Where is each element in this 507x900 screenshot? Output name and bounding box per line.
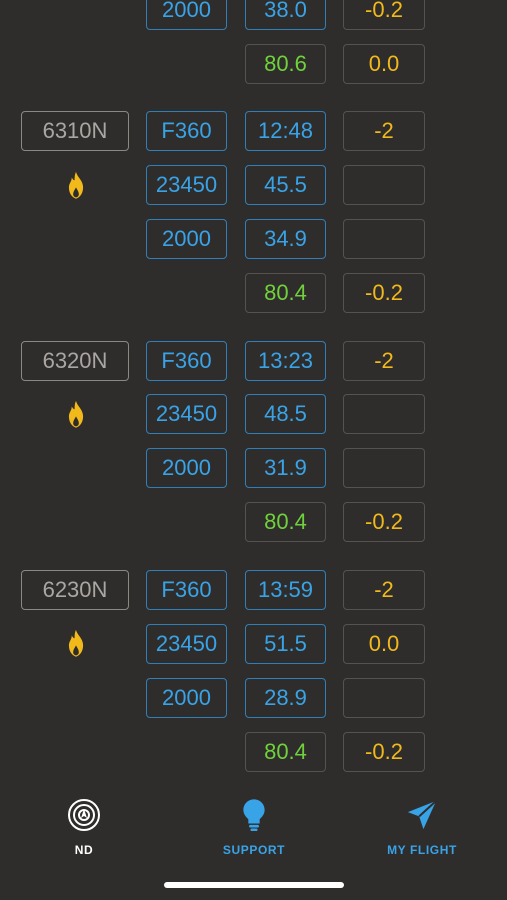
lightbulb-icon xyxy=(243,799,265,832)
waypoint-name[interactable]: 6310N xyxy=(21,111,129,151)
weight-field[interactable]: 23450 xyxy=(146,165,227,205)
weight-field[interactable]: 23450 xyxy=(146,624,227,664)
time-deviation-field[interactable]: -2 xyxy=(343,111,425,151)
deviation-field[interactable] xyxy=(343,448,425,488)
fire-icon xyxy=(68,400,84,428)
waypoint-name[interactable]: 6230N xyxy=(21,570,129,610)
tab-my-flight-label: MY FLIGHT xyxy=(387,843,457,857)
paper-plane-icon xyxy=(407,800,437,830)
value-field[interactable]: 31.9 xyxy=(245,448,326,488)
tab-support-label: SUPPORT xyxy=(222,843,286,857)
temperature-field[interactable]: 51.5 xyxy=(245,624,326,664)
deviation-field[interactable] xyxy=(343,678,425,718)
weight-field[interactable]: 23450 xyxy=(146,394,227,434)
temperature-field[interactable]: 48.5 xyxy=(245,394,326,434)
fuel-deviation-field[interactable]: -0.2 xyxy=(343,732,425,772)
deviation-field[interactable] xyxy=(343,394,425,434)
eta-field[interactable]: 13:23 xyxy=(245,341,326,381)
tab-nd-label: ND xyxy=(74,843,94,857)
altitude-field[interactable]: 2000 xyxy=(146,678,227,718)
waypoint-name[interactable]: 6320N xyxy=(21,341,129,381)
fire-icon xyxy=(68,629,84,657)
flight-level-field[interactable]: F360 xyxy=(146,341,227,381)
home-indicator[interactable] xyxy=(164,882,344,888)
time-deviation-field[interactable]: -2 xyxy=(343,341,425,381)
fuel-deviation-field[interactable]: -0.2 xyxy=(343,502,425,542)
fuel-field[interactable]: 80.4 xyxy=(245,273,326,313)
fuel-deviation-field[interactable]: 0.0 xyxy=(343,44,425,84)
fuel-field[interactable]: 80.4 xyxy=(245,502,326,542)
fuel-field[interactable]: 80.4 xyxy=(245,732,326,772)
time-deviation-field[interactable]: -2 xyxy=(343,570,425,610)
fire-icon xyxy=(68,171,84,199)
deviation-field[interactable]: -0.2 xyxy=(343,0,425,30)
tab-support[interactable]: SUPPORT xyxy=(184,798,324,857)
value-field[interactable]: 28.9 xyxy=(245,678,326,718)
tab-nd[interactable]: ND xyxy=(14,798,154,857)
fuel-field[interactable]: 80.6 xyxy=(245,44,326,84)
deviation-field[interactable] xyxy=(343,219,425,259)
temperature-field[interactable]: 38.0 xyxy=(245,0,326,30)
fuel-deviation-field[interactable]: -0.2 xyxy=(343,273,425,313)
altitude-field[interactable]: 2000 xyxy=(146,448,227,488)
value-field[interactable]: 34.9 xyxy=(245,219,326,259)
temperature-field[interactable]: 45.5 xyxy=(245,165,326,205)
flight-level-field[interactable]: F360 xyxy=(146,111,227,151)
eta-field[interactable]: 12:48 xyxy=(245,111,326,151)
tab-my-flight[interactable]: MY FLIGHT xyxy=(352,798,492,857)
altitude-field[interactable]: 2000 xyxy=(146,219,227,259)
flight-level-field[interactable]: F360 xyxy=(146,570,227,610)
deviation-field[interactable] xyxy=(343,165,425,205)
altitude-field[interactable]: 2000 xyxy=(146,0,227,30)
eta-field[interactable]: 13:59 xyxy=(245,570,326,610)
radar-icon xyxy=(68,799,100,831)
deviation-field[interactable]: 0.0 xyxy=(343,624,425,664)
